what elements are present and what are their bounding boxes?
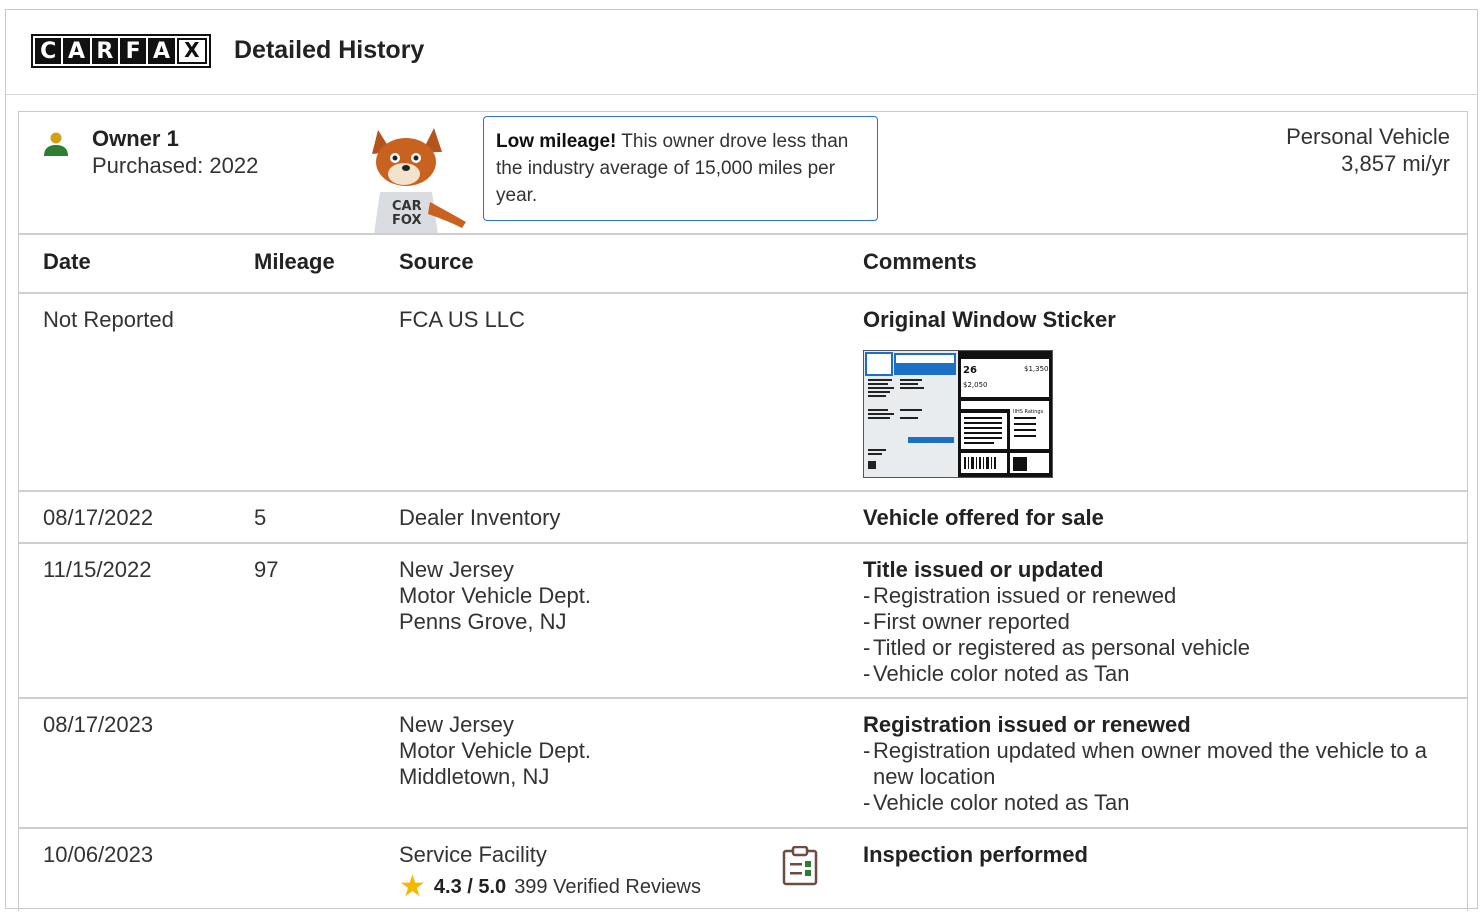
- low-mileage-callout: Low mileage! This owner drove less than …: [483, 116, 878, 221]
- svg-text:$2,050: $2,050: [963, 381, 988, 389]
- column-header-date: Date: [43, 249, 91, 274]
- comment-title: Inspection performed: [863, 842, 1088, 867]
- row-source: Dealer Inventory: [399, 505, 561, 530]
- comment-title: Registration issued or renewed: [863, 712, 1191, 737]
- comment-title: Vehicle offered for sale: [863, 505, 1104, 530]
- carfax-logo: C A R F A X: [31, 34, 211, 68]
- table-row: Not Reported FCA US LLC Original Window …: [19, 294, 1467, 492]
- table-row: 08/17/2023 New Jersey Motor Vehicle Dept…: [19, 699, 1467, 829]
- window-sticker-image: 26 $1,350 $2,050 IIHS Ratings: [864, 351, 1052, 477]
- rating-score: 4.3 / 5.0: [433, 876, 507, 898]
- row-date: 11/15/2022: [43, 557, 152, 582]
- table-row: 11/15/2022 97 New Jersey Motor Vehicle D…: [19, 544, 1467, 699]
- carfox-mascot-icon: CAR FOX: [372, 128, 466, 234]
- comment-bullet: - Vehicle color noted as Tan: [863, 790, 1130, 815]
- clipboard-icon: [782, 846, 818, 886]
- row-source: New Jersey Motor Vehicle Dept. Penns Gro…: [399, 557, 591, 634]
- row-mileage: 5: [254, 505, 267, 530]
- report-container: C A R F A X Detailed History Owner 1 Pur…: [5, 9, 1478, 911]
- svg-text:$1,350: $1,350: [1024, 365, 1049, 373]
- owner-purchased: Purchased: 2022: [92, 153, 259, 178]
- comment-title: Original Window Sticker: [863, 307, 1116, 332]
- row-mileage: 97: [254, 557, 279, 582]
- svg-text:FOX: FOX: [392, 213, 422, 228]
- star-icon: ★: [399, 870, 426, 903]
- miles-per-year: 3,857 mi/yr: [1341, 151, 1450, 176]
- comment-bullet: - First owner reported: [863, 609, 1070, 634]
- table-row: 08/17/2022 5 Dealer Inventory Vehicle of…: [19, 492, 1467, 544]
- service-rating[interactable]: ★ 4.3 / 5.0 399 Verified Reviews: [399, 870, 701, 903]
- history-table-header: Date Mileage Source Comments: [19, 233, 1467, 294]
- vehicle-type: Personal Vehicle: [1286, 124, 1450, 149]
- svg-text:CAR: CAR: [392, 199, 422, 214]
- owner-card: Owner 1 Purchased: 2022 CAR FOX Low mile…: [18, 111, 1468, 911]
- row-comments: Original Window Sticker 26 $1,350 $2,050…: [863, 307, 1443, 478]
- column-header-comments: Comments: [863, 249, 977, 274]
- page-title: Detailed History: [234, 36, 425, 64]
- comment-bullet: - Registration updated when owner moved t…: [863, 738, 1428, 789]
- window-sticker-thumbnail[interactable]: 26 $1,350 $2,050 IIHS Ratings: [863, 350, 1053, 478]
- row-comments: Title issued or updated - Registration is…: [863, 557, 1443, 687]
- report-header: C A R F A X Detailed History: [6, 10, 1477, 95]
- row-source: New Jersey Motor Vehicle Dept. Middletow…: [399, 712, 591, 789]
- row-date: Not Reported: [43, 307, 174, 332]
- comment-bullet: - Vehicle color noted as Tan: [863, 661, 1130, 686]
- comment-bullet: - Registration issued or renewed: [863, 583, 1177, 608]
- comment-bullet: - Titled or registered as personal vehicl…: [863, 635, 1251, 660]
- comment-title: Title issued or updated: [863, 557, 1104, 582]
- svg-text:IIHS Ratings: IIHS Ratings: [1013, 409, 1044, 415]
- person-icon: [44, 132, 68, 156]
- row-date: 08/17/2022: [43, 505, 154, 530]
- row-source: FCA US LLC: [399, 307, 525, 332]
- row-source: Service Facility ★ 4.3 / 5.0 399 Verifie…: [399, 842, 701, 903]
- review-count[interactable]: 399 Verified Reviews: [514, 874, 701, 900]
- table-row: 10/06/2023 Service Facility ★ 4.3 / 5.0 …: [19, 829, 1467, 919]
- row-comments: Registration issued or renewed - Registra…: [863, 712, 1443, 816]
- owner-summary: Owner 1 Purchased: 2022 CAR FOX Low mile…: [19, 112, 1467, 234]
- svg-text:26: 26: [963, 365, 977, 376]
- column-header-source: Source: [399, 249, 474, 274]
- owner-name: Owner 1: [92, 126, 179, 151]
- row-date: 10/06/2023: [43, 842, 154, 867]
- row-comments: Vehicle offered for sale: [863, 505, 1443, 531]
- row-comments: Inspection performed: [863, 842, 1443, 868]
- column-header-mileage: Mileage: [254, 249, 335, 274]
- row-date: 08/17/2023: [43, 712, 154, 737]
